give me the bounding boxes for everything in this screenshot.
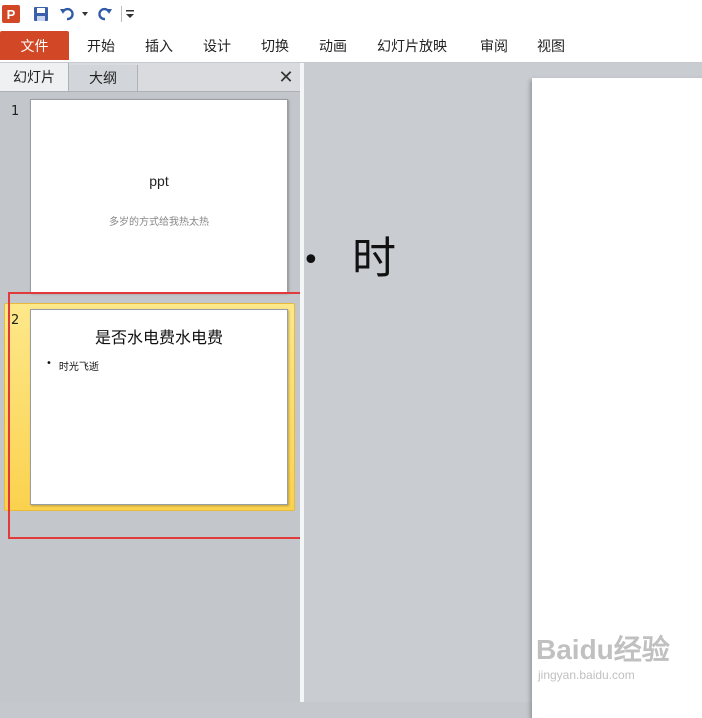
undo-dropdown-icon[interactable] [80, 4, 90, 24]
slide-title: ppt [149, 173, 169, 189]
tab-insert[interactable]: 插入 [145, 31, 173, 60]
main-slide-canvas[interactable] [532, 78, 702, 718]
tab-outline[interactable]: 大纲 [69, 65, 138, 91]
quick-access-toolbar: P [0, 0, 702, 28]
tab-home[interactable]: 开始 [87, 31, 115, 60]
tab-file[interactable]: 文件 [0, 31, 69, 60]
save-icon[interactable] [32, 4, 50, 24]
customize-toolbar-icon[interactable] [124, 4, 136, 24]
tab-animations[interactable]: 动画 [319, 31, 347, 60]
tab-slideshow[interactable]: 幻灯片放映 [377, 31, 447, 60]
powerpoint-logo-icon[interactable]: P [2, 5, 20, 23]
close-icon[interactable]: ✕ [276, 66, 296, 88]
slide-editing-area [304, 63, 702, 718]
tab-transitions[interactable]: 切换 [261, 31, 289, 60]
tab-view[interactable]: 视图 [537, 31, 565, 60]
main-slide-bullet-text[interactable]: 时 [352, 222, 396, 286]
bullet-dot-icon: • [302, 243, 320, 278]
tab-slides[interactable]: 幻灯片 [0, 63, 69, 91]
watermark-url: jingyan.baidu.com [538, 668, 635, 682]
undo-icon[interactable] [58, 4, 76, 24]
watermark: Baidu经验 jingyan.baidu.com [536, 628, 696, 688]
tab-review[interactable]: 审阅 [480, 31, 508, 60]
slide-number: 1 [11, 104, 20, 119]
tab-design[interactable]: 设计 [203, 31, 231, 60]
watermark-text: Baidu经验 [536, 634, 670, 665]
slide-thumbnail-1[interactable]: ppt 多岁的方式给我热太热 [30, 99, 288, 293]
toolbar-separator [121, 6, 122, 22]
slide-subtitle: 多岁的方式给我热太热 [109, 217, 209, 228]
ribbon-tab-bar: 文件 开始 插入 设计 切换 动画 幻灯片放映 审阅 视图 [0, 28, 702, 63]
pane-tab-bar: 幻灯片 大纲 ✕ [0, 63, 300, 92]
redo-icon[interactable] [96, 4, 114, 24]
